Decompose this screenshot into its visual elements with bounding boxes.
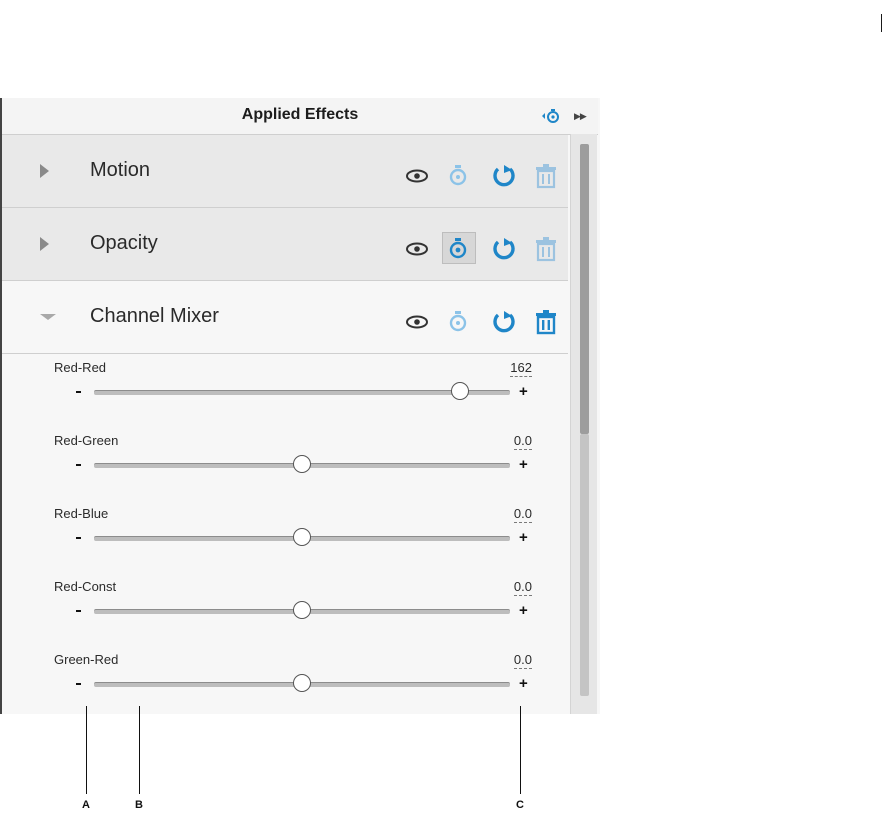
- param-value[interactable]: 0.0: [513, 506, 532, 523]
- callout-label-a: A: [82, 799, 90, 811]
- callout-label-b: B: [135, 799, 143, 811]
- callout-line-a: [86, 706, 87, 794]
- slider-knob[interactable]: [293, 601, 311, 619]
- keyframe-nav-icon[interactable]: [540, 108, 562, 124]
- stopwatch-icon[interactable]: [448, 164, 468, 186]
- slider-knob[interactable]: [293, 674, 311, 692]
- param-value[interactable]: 0.0: [513, 652, 532, 669]
- slider-plus[interactable]: +: [519, 457, 528, 472]
- fast-forward-icon[interactable]: ▶▶: [574, 111, 587, 122]
- callout-line-c: [520, 706, 521, 794]
- param-value[interactable]: 0.0: [513, 579, 532, 596]
- param-value[interactable]: 162: [510, 360, 532, 377]
- scrollbar[interactable]: [570, 134, 597, 714]
- panel-title: Applied Effects: [241, 106, 359, 123]
- callout-label-c: C: [516, 799, 524, 811]
- param-row: Red-Green 0.0 +: [2, 433, 568, 506]
- eye-icon[interactable]: [405, 169, 429, 183]
- slider-knob[interactable]: [293, 528, 311, 546]
- slider-minus[interactable]: [76, 683, 81, 685]
- trash-icon[interactable]: [534, 309, 558, 335]
- expand-triangle-icon[interactable]: [40, 164, 49, 178]
- collapse-triangle-icon[interactable]: [40, 314, 56, 320]
- window-edge-marker: [881, 14, 882, 32]
- param-label: Red-Blue: [54, 506, 109, 521]
- reset-icon[interactable]: [491, 163, 517, 189]
- param-row: Red-Red 162 +: [2, 360, 568, 433]
- slider-plus[interactable]: +: [519, 676, 528, 691]
- expand-triangle-icon[interactable]: [40, 237, 49, 251]
- trash-icon[interactable]: [534, 163, 558, 189]
- scrollbar-track[interactable]: [580, 434, 589, 696]
- slider-minus[interactable]: [76, 391, 81, 393]
- param-label: Green-Red: [54, 652, 119, 667]
- applied-effects-panel: Applied Effects ▶▶ Motion Opacity Channe…: [0, 98, 600, 714]
- param-label: Red-Const: [54, 579, 117, 594]
- eye-icon[interactable]: [405, 315, 429, 329]
- callout-line-b: [139, 706, 140, 794]
- effect-row-opacity[interactable]: Opacity: [2, 208, 568, 281]
- effect-row-motion[interactable]: Motion: [2, 135, 568, 208]
- param-label: Red-Red: [54, 360, 107, 375]
- param-row: Red-Blue 0.0 +: [2, 506, 568, 579]
- effect-name: Channel Mixer: [90, 305, 219, 327]
- effect-row-channel-mixer[interactable]: Channel Mixer: [2, 281, 568, 354]
- eye-icon[interactable]: [405, 242, 429, 256]
- stopwatch-icon[interactable]: [448, 237, 468, 259]
- reset-icon[interactable]: [491, 236, 517, 262]
- slider-track[interactable]: [94, 390, 510, 395]
- param-row: Green-Red 0.0 +: [2, 652, 568, 714]
- scrollbar-thumb[interactable]: [580, 144, 589, 434]
- reset-icon[interactable]: [491, 309, 517, 335]
- effect-name: Motion: [90, 159, 151, 181]
- slider-knob[interactable]: [451, 382, 470, 400]
- slider-minus[interactable]: [76, 464, 81, 466]
- param-value[interactable]: 0.0: [513, 433, 532, 450]
- param-label: Red-Green: [54, 433, 119, 448]
- stopwatch-icon[interactable]: [448, 310, 468, 332]
- slider-plus[interactable]: +: [519, 603, 528, 618]
- slider-plus[interactable]: +: [519, 530, 528, 545]
- effect-name: Opacity: [90, 232, 158, 254]
- slider-knob[interactable]: [293, 455, 311, 473]
- slider-minus[interactable]: [76, 610, 81, 612]
- slider-minus[interactable]: [76, 537, 81, 539]
- slider-plus[interactable]: +: [519, 384, 528, 399]
- panel-header: Applied Effects ▶▶: [2, 98, 598, 135]
- trash-icon[interactable]: [534, 236, 558, 262]
- param-row: Red-Const 0.0 +: [2, 579, 568, 652]
